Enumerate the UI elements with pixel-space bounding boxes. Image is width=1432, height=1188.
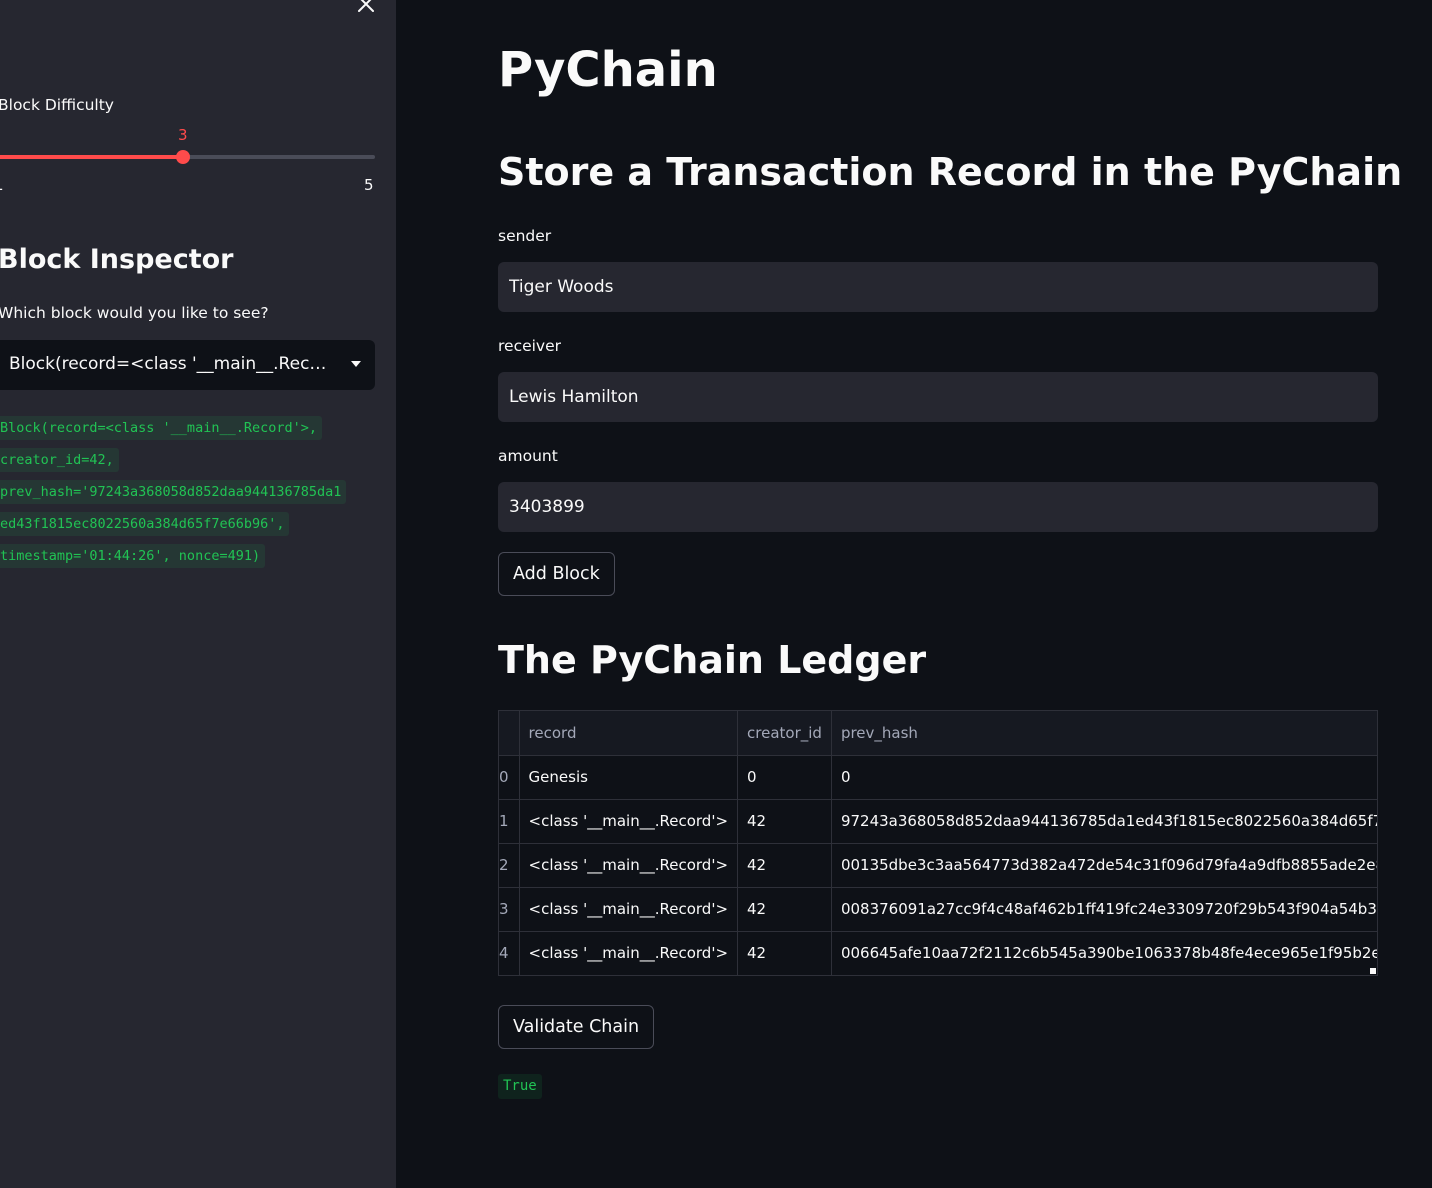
- table-row: 3 <class '__main__.Record'> 42 008376091…: [499, 887, 1377, 932]
- creator-id-cell[interactable]: 42: [737, 799, 832, 844]
- table-row: 4 <class '__main__.Record'> 42 006645afe…: [499, 931, 1377, 975]
- table-row: 0 Genesis 0 0: [499, 755, 1377, 800]
- receiver-label: receiver: [498, 337, 562, 355]
- column-header-index[interactable]: [499, 711, 520, 756]
- slider-value: 3: [178, 126, 188, 144]
- prev-hash-cell[interactable]: 006645afe10aa72f2112c6b545a390be1063378b…: [831, 931, 1377, 975]
- store-record-heading: Store a Transaction Record in the PyChai…: [498, 150, 1403, 194]
- difficulty-label: Block Difficulty: [0, 96, 114, 114]
- record-cell[interactable]: Genesis: [519, 755, 739, 800]
- block-details-line: ed43f1815ec8022560a384d65f7e66b96',: [0, 512, 290, 536]
- creator-id-cell[interactable]: 42: [737, 887, 832, 932]
- block-selectbox[interactable]: Block(record=<class '__main__.Record'>, …: [0, 340, 375, 390]
- table-resize-handle[interactable]: [1370, 968, 1376, 974]
- prev-hash-cell[interactable]: 97243a368058d852daa944136785da1ed43f1815…: [831, 799, 1377, 844]
- block-details-line: creator_id=42,: [0, 448, 119, 472]
- ledger-table[interactable]: record creator_id prev_hash 0 Genesis 0 …: [498, 710, 1378, 976]
- prev-hash-cell[interactable]: 00135dbe3c3aa564773d382a472de54c31f096d7…: [831, 843, 1377, 888]
- slider-fill: [0, 155, 183, 159]
- slider-max-label: 5: [364, 176, 374, 194]
- sender-input[interactable]: [498, 262, 1378, 312]
- block-details-line: prev_hash='97243a368058d852daa944136785d…: [0, 480, 347, 504]
- add-block-button[interactable]: Add Block: [498, 552, 615, 596]
- column-header-creator-id[interactable]: creator_id: [737, 711, 832, 756]
- column-header-record[interactable]: record: [519, 711, 739, 756]
- prev-hash-cell[interactable]: 008376091a27cc9f4c48af462b1ff419fc24e330…: [831, 887, 1377, 932]
- amount-label: amount: [498, 447, 558, 465]
- block-details-line: timestamp='01:44:26', nonce=491): [0, 544, 266, 568]
- amount-input[interactable]: [498, 482, 1378, 532]
- table-row: 2 <class '__main__.Record'> 42 00135dbe3…: [499, 843, 1377, 888]
- close-icon: [358, 0, 374, 12]
- record-cell[interactable]: <class '__main__.Record'>: [519, 799, 739, 844]
- close-sidebar-button[interactable]: [354, 0, 378, 16]
- row-index: 3: [499, 887, 520, 932]
- record-cell[interactable]: <class '__main__.Record'>: [519, 887, 739, 932]
- table-row: 1 <class '__main__.Record'> 42 97243a368…: [499, 799, 1377, 844]
- creator-id-cell[interactable]: 0: [737, 755, 832, 800]
- row-index: 0: [499, 755, 520, 800]
- page-title: PyChain: [498, 42, 718, 98]
- difficulty-slider[interactable]: [0, 150, 375, 164]
- record-cell[interactable]: <class '__main__.Record'>: [519, 931, 739, 975]
- selectbox-value: Block(record=<class '__main__.Record'>, …: [9, 354, 327, 374]
- ledger-heading: The PyChain Ledger: [498, 638, 927, 682]
- chevron-down-icon: [351, 361, 361, 367]
- column-header-prev-hash[interactable]: prev_hash: [831, 711, 1377, 756]
- row-index: 2: [499, 843, 520, 888]
- block-inspector-heading: Block Inspector: [0, 244, 234, 275]
- table-header-row: record creator_id prev_hash: [499, 711, 1377, 756]
- validate-chain-button[interactable]: Validate Chain: [498, 1005, 655, 1049]
- row-index: 1: [499, 799, 520, 844]
- slider-min-label: 1: [0, 176, 4, 194]
- creator-id-cell[interactable]: 42: [737, 931, 832, 975]
- sidebar: Block Difficulty 3 1 5 Block Inspector W…: [0, 0, 396, 1188]
- block-select-label: Which block would you like to see?: [0, 304, 269, 322]
- block-details-line: Block(record=<class '__main__.Record'>,: [0, 416, 322, 440]
- main-content: PyChain Store a Transaction Record in th…: [396, 0, 1432, 1188]
- prev-hash-cell[interactable]: 0: [831, 755, 1377, 800]
- validation-result: True: [498, 1074, 542, 1099]
- receiver-input[interactable]: [498, 372, 1378, 422]
- row-index: 4: [499, 931, 520, 975]
- slider-thumb[interactable]: [176, 150, 190, 164]
- block-details-output: Block(record=<class '__main__.Record'>,c…: [0, 416, 347, 576]
- creator-id-cell[interactable]: 42: [737, 843, 832, 888]
- sender-label: sender: [498, 227, 552, 245]
- record-cell[interactable]: <class '__main__.Record'>: [519, 843, 739, 888]
